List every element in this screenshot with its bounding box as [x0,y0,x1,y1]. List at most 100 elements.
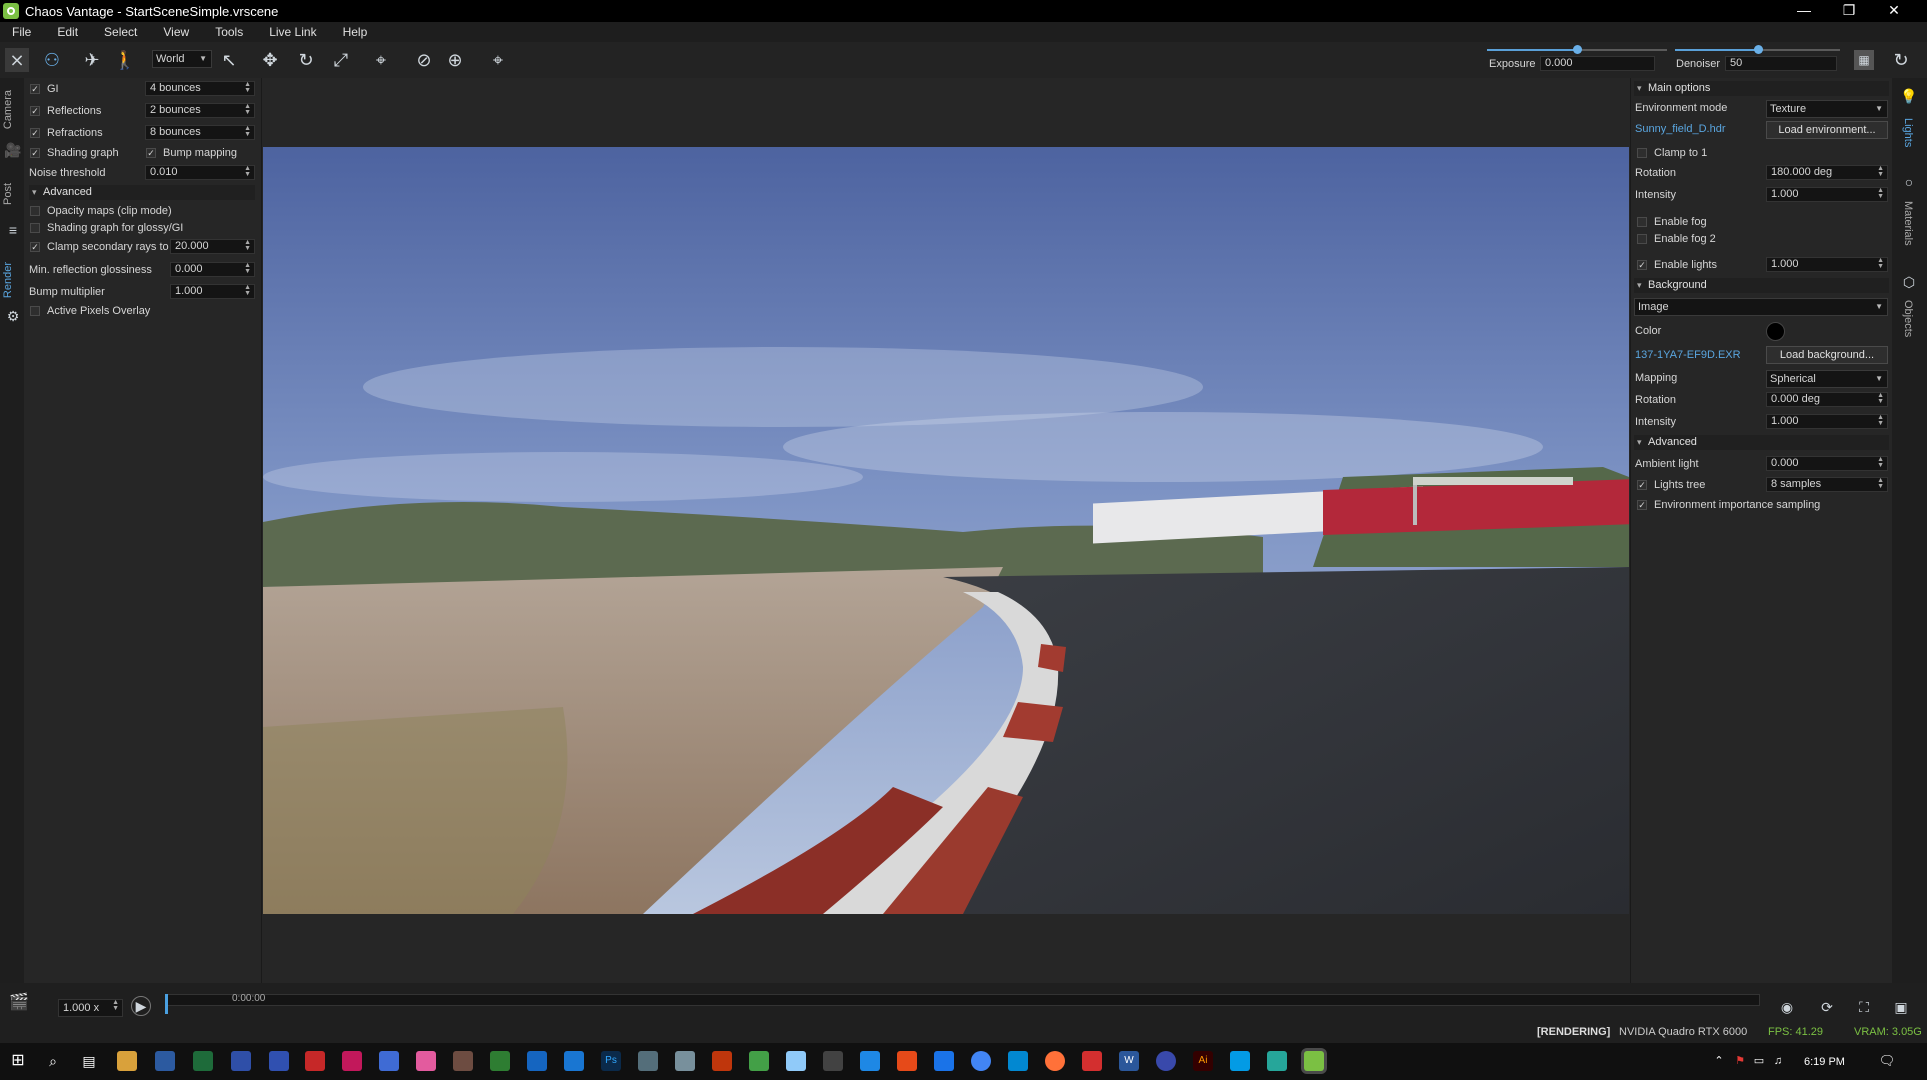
reflections-checkbox[interactable]: ✓ [30,106,40,116]
denoiser-toggle-icon[interactable]: ▦ [1854,50,1874,70]
enable-fog-checkbox[interactable] [1637,217,1647,227]
timeline-track[interactable] [165,994,1760,1006]
shading-graph-glossy-checkbox[interactable] [30,223,40,233]
taskbar-clock[interactable]: 6:19 PM [1804,1056,1845,1068]
opacity-maps-checkbox[interactable] [30,206,40,216]
refractions-checkbox[interactable]: ✓ [30,128,40,138]
select-arrow-icon[interactable]: ↖ [217,48,241,72]
isolate-icon[interactable]: ⊕ [443,48,467,72]
refractions-bounces-input[interactable]: 8 bounces ▲ ▼ [145,125,255,140]
orbit-icon[interactable]: ⟳ [1815,995,1839,1019]
spin-icon[interactable]: ▲ ▼ [244,284,251,297]
app-icon-16[interactable] [749,1051,769,1071]
clamp-secondary-input[interactable]: 20.000 ▲ ▼ [170,239,255,254]
close-button[interactable]: ✕ [1871,0,1917,22]
chrome-icon[interactable] [971,1051,991,1071]
app-icon-26[interactable] [1267,1051,1287,1071]
main-options-section-header[interactable]: Main options [1634,81,1889,96]
lights-tree-checkbox[interactable]: ✓ [1637,480,1647,490]
rotate-icon[interactable]: ↻ [294,48,318,72]
shading-graph-checkbox[interactable]: ✓ [30,148,40,158]
notifications-icon[interactable]: 🗨 [1877,1051,1897,1071]
spin-icon[interactable]: ▲ ▼ [1877,187,1884,200]
tab-objects[interactable]: Objects [1902,300,1914,337]
app-icon-10[interactable] [490,1051,510,1071]
tray-display-icon[interactable]: ▭ [1752,1051,1766,1071]
spin-icon[interactable]: ▲ ▼ [1877,165,1884,178]
env-importance-checkbox[interactable]: ✓ [1637,500,1647,510]
search-icon[interactable]: ⌕ [43,1051,63,1071]
ambient-light-input[interactable]: 0.000 ▲ ▼ [1766,456,1888,471]
app-icon-5[interactable] [305,1051,325,1071]
app-icon-25[interactable] [1230,1051,1250,1071]
word-icon[interactable]: W [1119,1051,1139,1071]
focus-icon[interactable]: ⌖ [486,48,510,72]
app-icon-15[interactable] [712,1051,732,1071]
spin-icon[interactable]: ▲ ▼ [1877,477,1884,490]
move-icon[interactable]: ✥ [258,48,282,72]
post-tab-icon[interactable]: ≡ [1,218,25,242]
clamp-to-1-checkbox[interactable] [1637,148,1647,158]
app-icon-17[interactable] [786,1051,806,1071]
tab-render[interactable]: Render [2,262,14,298]
advanced-lights-section-header[interactable]: Advanced [1634,435,1889,450]
menu-select[interactable]: Select [104,25,137,39]
app-icon-20[interactable] [897,1051,917,1071]
background-section-header[interactable]: Background [1634,278,1889,293]
spin-icon[interactable]: ▲ ▼ [244,125,251,138]
lights-tab-icon[interactable]: 💡 [1897,84,1921,108]
rotation-input[interactable]: 180.000 deg ▲ ▼ [1766,165,1888,180]
spin-icon[interactable]: ▲ ▼ [244,103,251,116]
spin-icon[interactable]: ▲ ▼ [1877,456,1884,469]
app-icon-13[interactable] [638,1051,658,1071]
file-explorer-icon[interactable] [117,1051,137,1071]
lights-tree-input[interactable]: 8 samples ▲ ▼ [1766,477,1888,492]
app-icon-22[interactable] [1008,1051,1028,1071]
photoshop-icon[interactable]: Ps [601,1051,621,1071]
app-icon-7[interactable] [379,1051,399,1071]
app-icon-24[interactable] [1156,1051,1176,1071]
background-color-swatch[interactable] [1766,322,1785,341]
camera-tab-icon[interactable]: 🎥 [1,138,25,162]
refresh-icon[interactable]: ↻ [1889,48,1913,72]
advanced-section-header[interactable]: Advanced [29,185,255,200]
space-select[interactable]: World ▼ [152,50,212,68]
min-reflection-glossiness-input[interactable]: 0.000 ▲ ▼ [170,262,255,277]
objects-tab-icon[interactable]: ⬡ [1897,270,1921,294]
windows-start-icon[interactable]: ⊞ [8,1051,28,1071]
intensity-input[interactable]: 1.000 ▲ ▼ [1766,187,1888,202]
app-icon-14[interactable] [675,1051,695,1071]
app-icon-6[interactable] [342,1051,362,1071]
enable-lights-checkbox[interactable]: ✓ [1637,260,1647,270]
pivot-icon[interactable]: ⌖ [369,48,393,72]
app-icon-1[interactable] [155,1051,175,1071]
materials-tab-icon[interactable]: ○ [1897,170,1921,194]
app-icon-18[interactable] [823,1051,843,1071]
app-icon-3[interactable] [231,1051,251,1071]
illustrator-icon[interactable]: Ai [1193,1051,1213,1071]
clapperboard-icon[interactable]: 🎬 [7,991,31,1015]
app-icon-2[interactable] [193,1051,213,1071]
camera-nav-icon[interactable]: ⨯ [5,48,29,72]
fit-view-icon[interactable]: ⛶ [1852,995,1876,1019]
exposure-slider-knob[interactable] [1573,45,1582,54]
record-icon[interactable]: ◉ [1775,995,1799,1019]
denoiser-slider[interactable] [1675,45,1840,54]
enable-lights-input[interactable]: 1.000 ▲ ▼ [1766,257,1888,272]
reflections-bounces-input[interactable]: 2 bounces ▲ ▼ [145,103,255,118]
mapping-select[interactable]: Spherical ▼ [1766,370,1888,388]
active-pixels-overlay-checkbox[interactable] [30,306,40,316]
render-viewport[interactable] [263,147,1629,914]
playback-speed-input[interactable]: 1.000 x ▲ ▼ [58,999,123,1017]
denoiser-input[interactable]: 50 [1725,56,1837,71]
play-icon[interactable]: ▶ [131,996,151,1016]
menu-file[interactable]: File [12,25,31,39]
app-icon-21[interactable] [934,1051,954,1071]
gi-checkbox[interactable]: ✓ [30,84,40,94]
spin-icon[interactable]: ▲ ▼ [244,81,251,94]
chaos-vantage-taskbar-icon[interactable] [1304,1051,1324,1071]
tray-volume-icon[interactable]: ♫ [1771,1051,1785,1071]
gi-bounces-input[interactable]: 4 bounces ▲ ▼ [145,81,255,96]
tab-lights[interactable]: Lights [1902,118,1914,147]
spin-icon[interactable]: ▲ ▼ [1877,257,1884,270]
